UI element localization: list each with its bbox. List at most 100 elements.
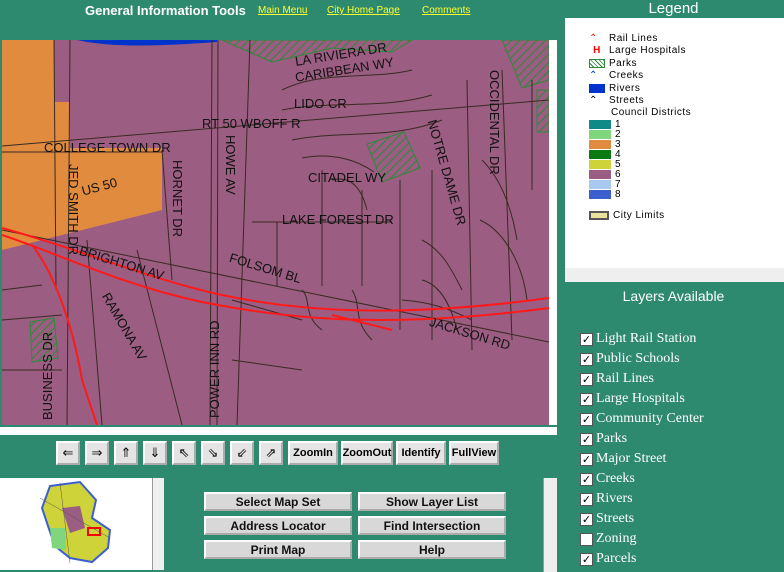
layer-checkbox[interactable]: ✓ (580, 552, 593, 566)
layer-label: Community Center (596, 411, 704, 426)
layer-item[interactable]: ✓ Creeks (580, 471, 635, 487)
layer-item[interactable]: ✓ Large Hospitals (580, 391, 685, 407)
street-label-lido: LIDO CR (294, 96, 347, 111)
street-icon: ⌃ (589, 95, 598, 106)
pan-northwest-icon: ⇖ (178, 445, 190, 460)
pan-south-icon: ⇓ (149, 445, 161, 460)
address-locator-button[interactable]: Address Locator (204, 516, 352, 535)
comments-link[interactable]: Comments (422, 5, 470, 16)
legend-streets: ⌃ Streets (589, 95, 645, 106)
layer-checkbox[interactable]: ✓ (580, 352, 593, 366)
layer-checkbox[interactable]: ✓ (580, 372, 593, 386)
layer-label: Zoning (596, 531, 637, 546)
district-swatch-icon (589, 150, 611, 159)
district-swatch-icon (589, 140, 611, 149)
pan-north-button[interactable]: ⇑ (114, 441, 138, 465)
rail-line-icon: ⌃ (589, 33, 598, 44)
district-swatch-icon (589, 160, 611, 169)
layer-checkbox[interactable]: ✓ (580, 512, 593, 526)
street-label-occidental: OCCIDENTAL DR (487, 70, 502, 175)
main-menu-link[interactable]: Main Menu (258, 5, 307, 16)
pan-east-icon: ⇒ (91, 445, 103, 460)
district-label: 8 (615, 189, 622, 200)
pan-northwest-button[interactable]: ⇖ (172, 441, 196, 465)
map-canvas[interactable]: LA RIVIERA DR CARIBBEAN WY LIDO CR RT 50… (2, 40, 549, 425)
layer-item[interactable]: Zoning (580, 531, 636, 547)
controls-scrollbar[interactable] (543, 478, 557, 572)
layers-title: Layers Available (622, 288, 725, 304)
layer-checkbox[interactable]: ✓ (580, 432, 593, 446)
layer-item[interactable]: ✓ Rail Lines (580, 371, 654, 387)
overview-scrollbar[interactable] (152, 478, 164, 570)
layer-label: Parcels (596, 551, 637, 566)
park-east (536, 89, 549, 133)
layer-item[interactable]: ✓ Rivers (580, 491, 633, 507)
street-label-college-town: COLLEGE TOWN DR (44, 140, 171, 155)
legend-rail-lines: ⌃ Rail Lines (589, 33, 658, 44)
layer-item[interactable]: ✓ Light Rail Station (580, 331, 696, 347)
layer-checkbox[interactable]: ✓ (580, 492, 593, 506)
pan-west-icon: ⇐ (62, 445, 74, 460)
full-view-button[interactable]: FullView (449, 441, 499, 465)
layer-item[interactable]: ✓ Major Street (580, 451, 666, 467)
hospital-icon: H (593, 45, 601, 56)
layer-label: Creeks (596, 471, 635, 486)
street-label-jed-smith: JED SMITH DR (66, 164, 81, 255)
street-label-hornet: HORNET DR (170, 160, 185, 238)
pan-east-button[interactable]: ⇒ (85, 441, 109, 465)
layer-label: Rail Lines (596, 371, 654, 386)
show-layer-list-button[interactable]: Show Layer List (358, 492, 506, 511)
district-swatch-icon (589, 130, 611, 139)
layer-item[interactable]: ✓ Public Schools (580, 351, 680, 367)
pan-northeast-button[interactable]: ⇗ (259, 441, 283, 465)
find-intersection-button[interactable]: Find Intersection (358, 516, 506, 535)
zoom-in-button[interactable]: ZoomIn (288, 441, 338, 465)
river (77, 40, 217, 46)
map-horizontal-scrollbar[interactable] (0, 427, 557, 435)
controls-panel: Select Map Set Show Layer List Address L… (171, 478, 541, 572)
legend-rivers: Rivers (589, 83, 640, 94)
layer-label: Light Rail Station (596, 331, 697, 346)
layer-checkbox[interactable]: ✓ (580, 452, 593, 466)
pan-northeast-icon: ⇗ (265, 445, 277, 460)
legend-city-limits: City Limits (589, 210, 665, 221)
layer-label: Public Schools (596, 351, 680, 366)
legend-title: Legend (563, 0, 784, 18)
map-vertical-scrollbar[interactable] (549, 40, 557, 425)
layer-label: Streets (596, 511, 635, 526)
pan-north-icon: ⇑ (120, 445, 132, 460)
print-map-button[interactable]: Print Map (204, 540, 352, 559)
street-label-citadel: CITADEL WY (308, 170, 387, 185)
pan-southwest-button[interactable]: ⇙ (230, 441, 254, 465)
legend-district-8: 8 (589, 189, 621, 200)
layer-item[interactable]: ✓ Streets (580, 511, 634, 527)
layer-label: Parks (596, 431, 628, 446)
layer-checkbox[interactable] (580, 532, 593, 546)
street-label-power-inn: POWER INN RD (207, 320, 222, 419)
layer-checkbox[interactable]: ✓ (580, 392, 593, 406)
layer-label: Large Hospitals (596, 391, 685, 406)
zoom-out-button[interactable]: ZoomOut (341, 441, 393, 465)
legend-scrollbar[interactable] (565, 268, 784, 282)
pan-southwest-icon: ⇙ (236, 445, 248, 460)
layer-item[interactable]: ✓ Community Center (580, 411, 704, 427)
identify-button[interactable]: Identify (396, 441, 446, 465)
legend-parks: Parks (589, 58, 637, 69)
layer-label: Major Street (596, 451, 667, 466)
pan-south-button[interactable]: ⇓ (143, 441, 167, 465)
district-swatch-icon (589, 180, 611, 189)
layer-checkbox[interactable]: ✓ (580, 472, 593, 486)
street-label-howe: HOWE AV (223, 135, 238, 195)
pan-southeast-button[interactable]: ⇘ (201, 441, 225, 465)
select-map-set-button[interactable]: Select Map Set (204, 492, 352, 511)
pan-west-button[interactable]: ⇐ (56, 441, 80, 465)
overview-map[interactable] (0, 478, 152, 570)
street-label-business: BUSINESS DR (40, 331, 55, 420)
city-home-page-link[interactable]: City Home Page (327, 5, 400, 16)
help-button[interactable]: Help (358, 540, 506, 559)
pan-southeast-icon: ⇘ (207, 445, 219, 460)
layer-checkbox[interactable]: ✓ (580, 412, 593, 426)
layer-item[interactable]: ✓ Parcels (580, 551, 636, 567)
layer-item[interactable]: ✓ Parks (580, 431, 627, 447)
layer-checkbox[interactable]: ✓ (580, 332, 593, 346)
